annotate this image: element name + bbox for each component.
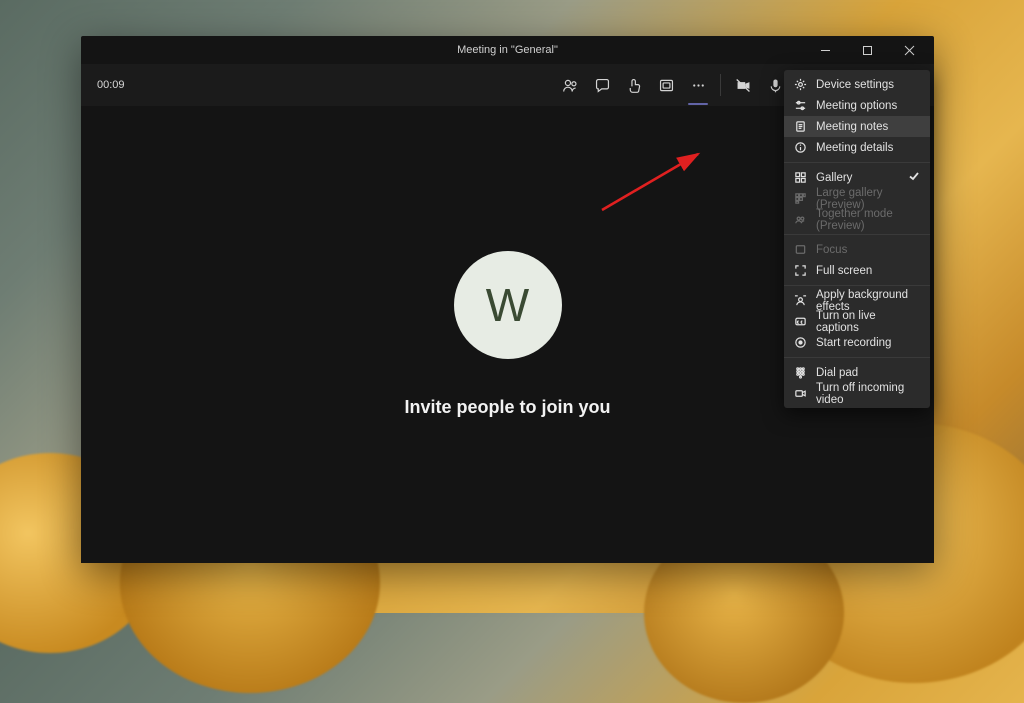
menu-meeting-options[interactable]: Meeting options bbox=[784, 95, 930, 116]
meeting-timer: 00:09 bbox=[97, 79, 125, 91]
close-button[interactable] bbox=[888, 36, 930, 64]
info-icon bbox=[794, 141, 807, 154]
menu-dial-pad[interactable]: Dial pad bbox=[784, 362, 930, 383]
menu-separator bbox=[784, 162, 930, 163]
together-icon bbox=[794, 213, 807, 226]
participant-avatar: W bbox=[454, 251, 562, 359]
maximize-button[interactable] bbox=[846, 36, 888, 64]
camera-button[interactable] bbox=[727, 69, 759, 101]
window-title: Meeting in "General" bbox=[457, 44, 558, 56]
menu-separator bbox=[784, 234, 930, 235]
toolbar-separator bbox=[720, 74, 721, 96]
menu-full-screen[interactable]: Full screen bbox=[784, 260, 930, 281]
menu-large-gallery: Large gallery (Preview) bbox=[784, 188, 930, 209]
sliders-icon bbox=[794, 99, 807, 112]
reactions-button[interactable] bbox=[618, 69, 650, 101]
menu-label: Together mode (Preview) bbox=[816, 208, 920, 232]
more-actions-menu: Device settings Meeting options Meeting … bbox=[784, 70, 930, 408]
video-off-icon bbox=[794, 387, 807, 400]
menu-separator bbox=[784, 285, 930, 286]
avatar-letter: W bbox=[486, 278, 529, 332]
menu-meeting-details[interactable]: Meeting details bbox=[784, 137, 930, 158]
dialpad-icon bbox=[794, 366, 807, 379]
menu-label: Gallery bbox=[816, 172, 852, 184]
background-icon bbox=[794, 294, 807, 307]
menu-label: Turn on live captions bbox=[816, 310, 920, 334]
menu-focus: Focus bbox=[784, 239, 930, 260]
menu-label: Focus bbox=[816, 244, 847, 256]
rooms-button[interactable] bbox=[650, 69, 682, 101]
menu-live-captions[interactable]: Turn on live captions bbox=[784, 311, 930, 332]
menu-together-mode: Together mode (Preview) bbox=[784, 209, 930, 230]
check-icon bbox=[908, 170, 920, 185]
menu-label: Meeting notes bbox=[816, 121, 888, 133]
menu-label: Dial pad bbox=[816, 367, 858, 379]
menu-label: Turn off incoming video bbox=[816, 382, 920, 406]
gear-icon bbox=[794, 78, 807, 91]
fullscreen-icon bbox=[794, 264, 807, 277]
window-controls bbox=[804, 36, 930, 64]
grid-icon bbox=[794, 171, 807, 184]
minimize-button[interactable] bbox=[804, 36, 846, 64]
menu-label: Device settings bbox=[816, 79, 894, 91]
more-actions-button[interactable] bbox=[682, 69, 714, 101]
menu-label: Meeting options bbox=[816, 100, 897, 112]
large-grid-icon bbox=[794, 192, 807, 205]
chat-button[interactable] bbox=[586, 69, 618, 101]
menu-turn-off-incoming-video[interactable]: Turn off incoming video bbox=[784, 383, 930, 404]
menu-background-effects[interactable]: Apply background effects bbox=[784, 290, 930, 311]
focus-icon bbox=[794, 243, 807, 256]
record-icon bbox=[794, 336, 807, 349]
captions-icon bbox=[794, 315, 807, 328]
notes-icon bbox=[794, 120, 807, 133]
menu-meeting-notes[interactable]: Meeting notes bbox=[784, 116, 930, 137]
invite-text: Invite people to join you bbox=[404, 397, 610, 418]
menu-label: Start recording bbox=[816, 337, 891, 349]
menu-separator bbox=[784, 357, 930, 358]
menu-label: Full screen bbox=[816, 265, 872, 277]
menu-start-recording[interactable]: Start recording bbox=[784, 332, 930, 353]
menu-device-settings[interactable]: Device settings bbox=[784, 74, 930, 95]
titlebar: Meeting in "General" bbox=[81, 36, 934, 64]
menu-label: Meeting details bbox=[816, 142, 893, 154]
menu-gallery[interactable]: Gallery bbox=[784, 167, 930, 188]
participants-button[interactable] bbox=[554, 69, 586, 101]
